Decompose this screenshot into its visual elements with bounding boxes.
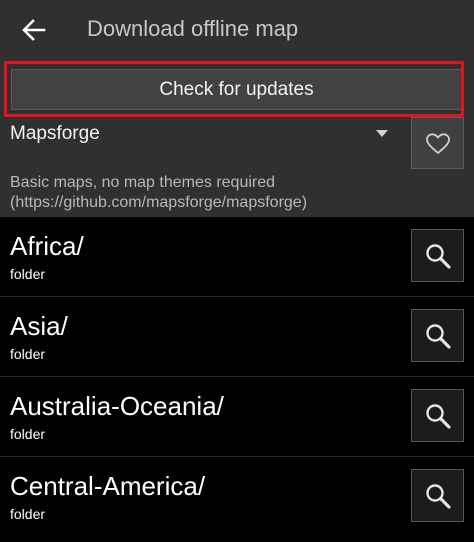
folder-row-australia-oceania[interactable]: Australia-Oceania/ folder (0, 377, 474, 457)
browse-folder-button[interactable] (411, 389, 464, 442)
heart-outline-icon (426, 133, 450, 154)
folder-type: folder (10, 426, 46, 442)
browse-folder-button[interactable] (411, 309, 464, 362)
page-title: Download offline map (87, 16, 299, 41)
folder-type: folder (10, 506, 46, 522)
folder-name: Central-America/ (10, 471, 206, 501)
map-source-dropdown[interactable]: Mapsforge (10, 122, 394, 150)
map-source-selected: Mapsforge (10, 123, 100, 144)
chevron-down-icon (376, 130, 388, 137)
folder-row-asia[interactable]: Asia/ folder (0, 297, 474, 377)
magnifier-icon (426, 244, 451, 269)
browse-folder-button[interactable] (411, 229, 464, 282)
highlight-box (4, 61, 464, 117)
folder-name: Asia/ (10, 311, 68, 341)
folder-type: folder (10, 266, 46, 282)
folder-row-central-america[interactable]: Central-America/ folder (0, 457, 474, 542)
favorite-button[interactable] (411, 117, 464, 169)
arrow-back-icon (22, 19, 46, 41)
map-source-description: Basic maps, no map themes required (http… (10, 173, 450, 213)
folder-type: folder (10, 346, 46, 362)
magnifier-icon (426, 324, 451, 349)
folder-name: Africa/ (10, 231, 84, 261)
magnifier-icon (426, 404, 451, 429)
description-line: Basic maps, no map themes required (10, 174, 276, 191)
back-button[interactable] (16, 12, 52, 48)
folder-row-africa[interactable]: Africa/ folder (0, 217, 474, 297)
magnifier-icon (426, 484, 451, 509)
browse-folder-button[interactable] (411, 469, 464, 522)
description-url: (https://github.com/mapsforge/mapsforge) (10, 194, 308, 211)
folder-name: Australia-Oceania/ (10, 391, 224, 421)
